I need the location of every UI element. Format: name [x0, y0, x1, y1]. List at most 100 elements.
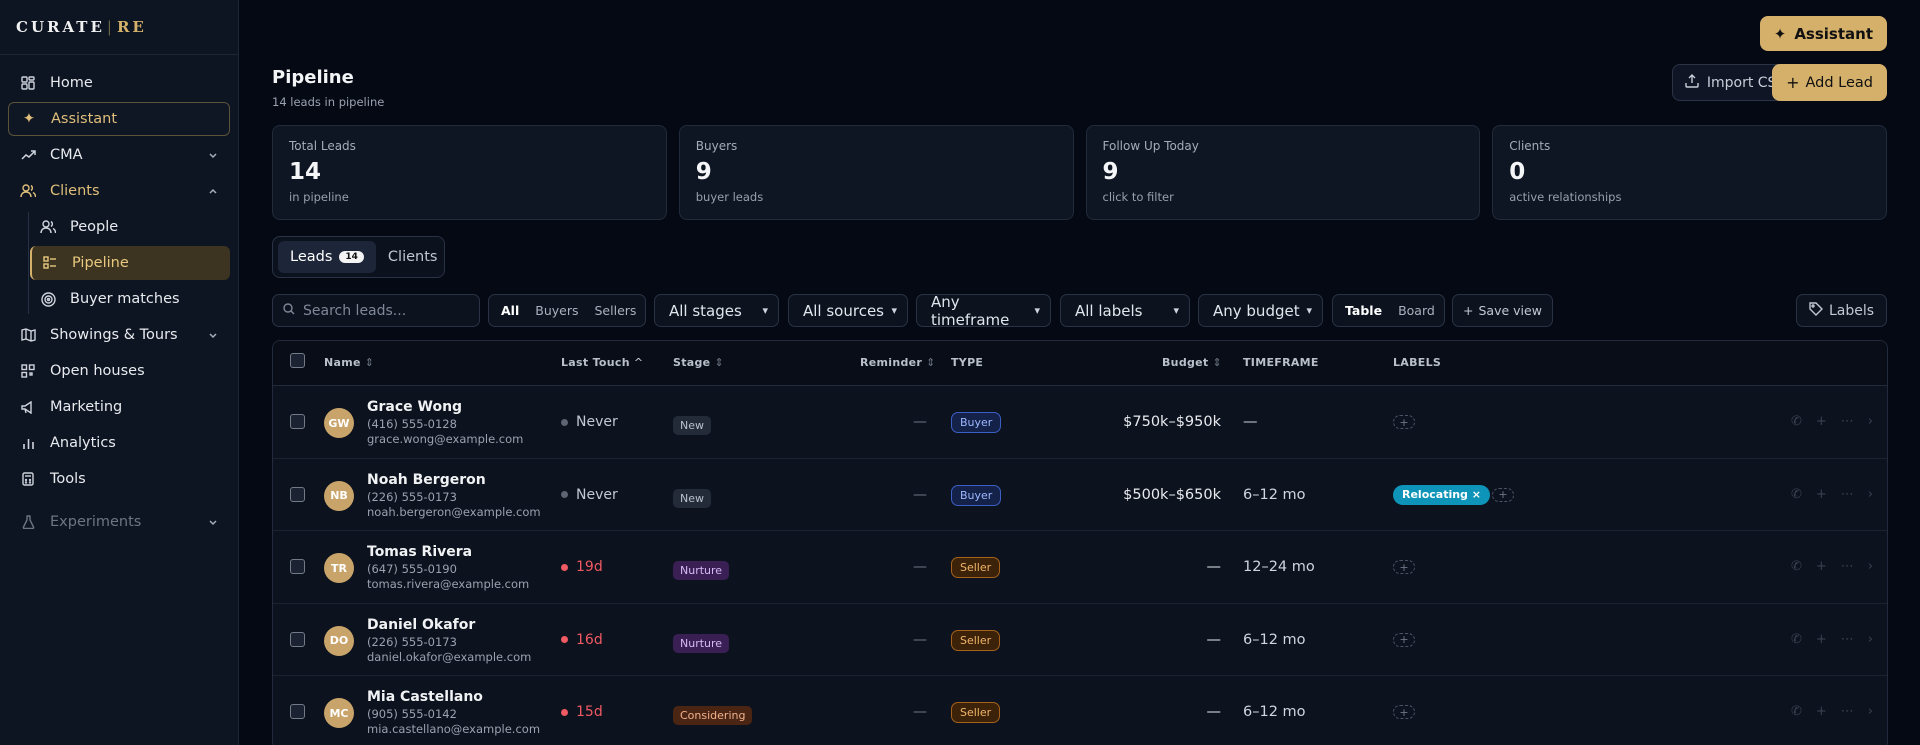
- lead-phone: (226) 555-0173: [367, 634, 457, 649]
- lead-name[interactable]: Daniel Okafor: [367, 617, 475, 633]
- plus-icon[interactable]: +: [1816, 559, 1827, 574]
- source-select[interactable]: All sources ▾: [788, 294, 908, 327]
- sidebar-item-pipeline[interactable]: Pipeline: [30, 246, 230, 280]
- assistant-button[interactable]: ✦ Assistant: [1759, 16, 1887, 51]
- brand-logo[interactable]: CURATE | RE: [0, 0, 238, 55]
- sidebar-item-analytics[interactable]: Analytics: [8, 426, 230, 460]
- save-view-button[interactable]: + Save view: [1452, 294, 1553, 327]
- chevron-right-icon[interactable]: ›: [1868, 704, 1873, 719]
- column-reminder[interactable]: Reminder ⇕: [860, 356, 936, 369]
- more-icon[interactable]: ⋯: [1841, 487, 1854, 502]
- sidebar-item-clients[interactable]: Clients: [8, 174, 230, 208]
- type-filter-all[interactable]: All: [493, 298, 527, 323]
- flask-icon: [20, 514, 36, 530]
- reminder-value[interactable]: —: [913, 487, 927, 503]
- plus-icon[interactable]: +: [1816, 632, 1827, 647]
- budget-select[interactable]: Any budget ▾: [1198, 294, 1323, 327]
- stat-card-follow-up-today[interactable]: Follow Up Today 9 click to filter: [1085, 125, 1481, 220]
- chevron-right-icon[interactable]: ›: [1868, 559, 1873, 574]
- sidebar-item-assistant[interactable]: ✦ Assistant: [8, 102, 230, 136]
- chevron-up-icon[interactable]: [208, 184, 218, 200]
- lead-name[interactable]: Noah Bergeron: [367, 472, 486, 488]
- view-table[interactable]: Table: [1337, 298, 1390, 323]
- column-budget[interactable]: Budget ⇕: [1162, 356, 1222, 369]
- row-checkbox[interactable]: [290, 414, 305, 429]
- labels-select[interactable]: All labels ▾: [1060, 294, 1190, 327]
- timeframe-select[interactable]: Any timeframe ▾: [916, 293, 1051, 329]
- labels-button[interactable]: Labels: [1795, 294, 1887, 327]
- add-label-button[interactable]: +: [1393, 705, 1415, 719]
- column-name[interactable]: Name ⇕: [324, 356, 374, 369]
- chevron-right-icon[interactable]: ›: [1868, 632, 1873, 647]
- more-icon[interactable]: ⋯: [1841, 632, 1854, 647]
- phone-icon[interactable]: ✆: [1791, 487, 1802, 502]
- status-dot: [561, 636, 568, 643]
- lead-phone: (416) 555-0128: [367, 417, 457, 431]
- row-checkbox[interactable]: [290, 559, 305, 574]
- add-label-button[interactable]: +: [1492, 487, 1514, 502]
- add-lead-button[interactable]: + Add Lead: [1772, 64, 1887, 101]
- select-all-checkbox[interactable]: [290, 353, 305, 368]
- tab-leads-label: Leads: [290, 249, 333, 265]
- tab-clients[interactable]: Clients: [376, 241, 450, 273]
- sidebar-item-cma[interactable]: CMA: [8, 138, 230, 172]
- sidebar-item-experiments[interactable]: Experiments: [8, 505, 230, 539]
- reminder-value[interactable]: —: [913, 632, 927, 648]
- phone-icon[interactable]: ✆: [1791, 414, 1802, 429]
- more-icon[interactable]: ⋯: [1841, 414, 1854, 429]
- table-row[interactable]: NB Noah Bergeron (226) 555-0173 noah.ber…: [273, 458, 1887, 531]
- chevron-down-icon[interactable]: [208, 148, 218, 164]
- type-filter-sellers[interactable]: Sellers: [587, 298, 645, 323]
- lead-name[interactable]: Grace Wong: [367, 399, 462, 415]
- table-row[interactable]: MC Mia Castellano (905) 555-0142 mia.cas…: [273, 676, 1887, 745]
- type-filter-buyers[interactable]: Buyers: [527, 298, 586, 323]
- plus-icon[interactable]: +: [1816, 704, 1827, 719]
- view-board[interactable]: Board: [1390, 298, 1443, 323]
- more-icon[interactable]: ⋯: [1841, 704, 1854, 719]
- stage-badge[interactable]: New: [673, 416, 711, 435]
- stage-badge[interactable]: New: [673, 488, 711, 508]
- label-chip-relocating[interactable]: Relocating ×: [1393, 484, 1490, 505]
- sidebar-item-people[interactable]: People: [30, 210, 230, 244]
- chevron-down-icon[interactable]: [208, 328, 218, 344]
- sidebar-item-buyer-matches[interactable]: Buyer matches: [30, 282, 230, 316]
- sidebar-item-marketing[interactable]: Marketing: [8, 390, 230, 424]
- phone-icon[interactable]: ✆: [1791, 632, 1802, 647]
- reminder-value[interactable]: —: [913, 559, 927, 575]
- sidebar-item-home[interactable]: Home: [8, 66, 230, 100]
- column-stage[interactable]: Stage ⇕: [673, 356, 724, 369]
- table-row[interactable]: DO Daniel Okafor (226) 555-0173 daniel.o…: [273, 603, 1887, 676]
- reminder-value[interactable]: —: [913, 414, 927, 430]
- table-row[interactable]: GW Grace Wong (416) 555-0128 grace.wong@…: [273, 386, 1887, 459]
- row-checkbox[interactable]: [290, 631, 305, 647]
- sidebar-item-showings[interactable]: Showings & Tours: [8, 318, 230, 352]
- add-label-button[interactable]: +: [1393, 560, 1415, 574]
- lead-name[interactable]: Tomas Rivera: [367, 544, 472, 560]
- stage-badge[interactable]: Nurture: [673, 633, 730, 653]
- filter-bar: Search leads... All Buyers Sellers All s…: [272, 293, 1887, 329]
- row-checkbox[interactable]: [290, 704, 305, 719]
- column-last-touch[interactable]: Last Touch ^: [561, 356, 643, 369]
- stage-select[interactable]: All stages ▾: [654, 294, 779, 327]
- reminder-value[interactable]: —: [913, 704, 927, 720]
- sidebar-item-open-houses[interactable]: Open houses: [8, 354, 230, 388]
- phone-icon[interactable]: ✆: [1791, 559, 1802, 574]
- add-label-button[interactable]: +: [1393, 632, 1415, 647]
- row-checkbox[interactable]: [290, 486, 305, 502]
- table-row[interactable]: TR Tomas Rivera (647) 555-0190 tomas.riv…: [273, 531, 1887, 604]
- chevron-down-icon[interactable]: [208, 515, 218, 531]
- more-icon[interactable]: ⋯: [1841, 559, 1854, 574]
- stage-badge[interactable]: Considering: [673, 706, 753, 725]
- plus-icon[interactable]: +: [1816, 487, 1827, 502]
- chevron-right-icon[interactable]: ›: [1868, 487, 1873, 502]
- stage-badge[interactable]: Nurture: [673, 561, 730, 580]
- chevron-right-icon[interactable]: ›: [1868, 414, 1873, 429]
- lead-name[interactable]: Mia Castellano: [367, 689, 483, 705]
- search-leads-input[interactable]: Search leads...: [272, 294, 480, 327]
- sidebar-item-tools[interactable]: Tools: [8, 462, 230, 496]
- add-label-button[interactable]: +: [1393, 415, 1415, 429]
- plus-icon[interactable]: +: [1816, 414, 1827, 429]
- tab-leads[interactable]: Leads 14: [278, 241, 376, 273]
- phone-icon[interactable]: ✆: [1791, 704, 1802, 719]
- budget-value: —: [1206, 559, 1222, 575]
